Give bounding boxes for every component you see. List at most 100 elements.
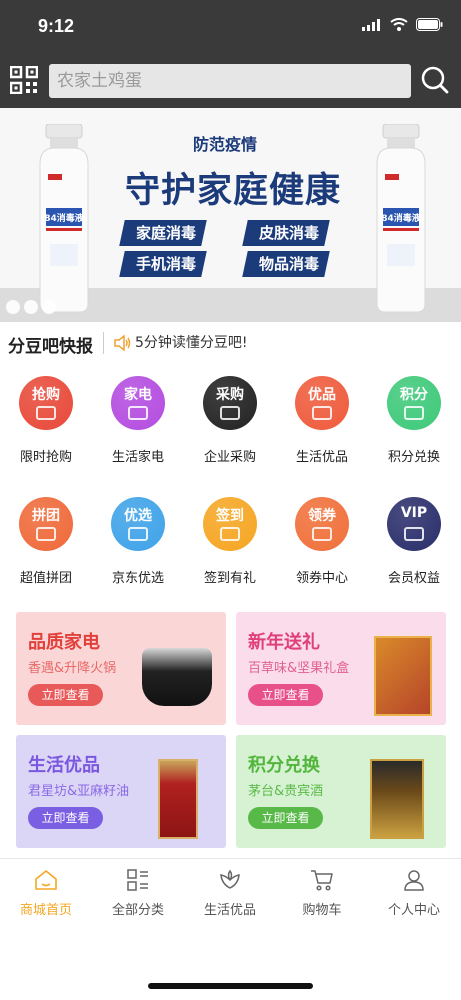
speaker-icon <box>114 334 131 352</box>
news-ticker[interactable]: 分豆吧快报 5分钟读懂分豆吧! <box>0 322 461 364</box>
grid-item[interactable]: 领券 领券中心 <box>276 497 368 602</box>
grid-label: 限时抢购 <box>19 450 72 465</box>
promo-subtitle: 香遇&升降火锅 <box>28 661 117 676</box>
promo-subtitle: 百草味&坚果礼盒 <box>248 661 350 676</box>
promo-product-image <box>374 636 432 716</box>
tab-label: 个人中心 <box>387 903 440 918</box>
grid-icon-glyph <box>36 527 56 541</box>
grid-label: 生活家电 <box>111 450 164 465</box>
tab-category[interactable]: 全部分类 <box>92 859 184 921</box>
wifi-icon <box>390 18 408 31</box>
search-icon[interactable] <box>421 66 449 94</box>
grid-icon-glyph <box>220 527 240 541</box>
tab-home[interactable]: 商城首页 <box>0 859 92 921</box>
grid-item[interactable]: 采购 企业采购 <box>184 376 276 481</box>
view-now-button[interactable]: 立即查看 <box>248 807 323 829</box>
promo-subtitle: 君星坊&亚麻籽油 <box>28 784 130 799</box>
grid-label: 会员权益 <box>387 571 440 586</box>
tab-label: 生活优品 <box>203 903 256 918</box>
banner-tag-text: 手机消毒 <box>136 255 197 273</box>
tab-profile[interactable]: 个人中心 <box>368 859 460 921</box>
news-text: 5分钟读懂分豆吧! <box>135 335 248 351</box>
grid-icon-glyph <box>128 527 148 541</box>
grid-icon-text: 家电 <box>124 387 152 403</box>
promo-card-gift[interactable]: 新年送礼百草味&坚果礼盒立即查看 <box>236 612 446 725</box>
shop-icon: 积分 <box>387 376 441 430</box>
diamond-icon: 优选 <box>111 497 165 551</box>
grid-item[interactable]: 签到 签到有礼 <box>184 497 276 602</box>
svg-text:84消毒液: 84消毒液 <box>381 212 422 224</box>
grid-icon-text: 签到 <box>216 508 244 524</box>
grid-item[interactable]: 优品 生活优品 <box>276 376 368 481</box>
promo-subtitle: 茅台&贵宾酒 <box>248 784 324 799</box>
promo-banner[interactable]: 84消毒液 84消毒液 防范疫情 守护家庭健康 家庭消毒 皮肤消毒 手机消毒 物… <box>0 108 461 322</box>
disinfectant-bottle-left: 84消毒液 <box>39 124 89 313</box>
grid-icon-text: 优选 <box>124 508 152 524</box>
crown-icon: VIP <box>387 497 441 551</box>
status-time: 9:12 <box>38 16 75 36</box>
cellular-signal-icon <box>362 18 380 31</box>
search-input[interactable]: 农家土鸡蛋 <box>49 64 411 98</box>
qr-scan-icon[interactable] <box>10 66 38 94</box>
cart-icon <box>311 870 333 891</box>
news-logo: 分豆吧快报 <box>8 337 93 357</box>
alarm-clock-icon: 抢购 <box>19 376 73 430</box>
bottom-tab-bar: 商城首页 全部分类 生活优品 购物车 个人中心 <box>0 858 461 920</box>
grid-item[interactable]: 积分 积分兑换 <box>368 376 460 481</box>
washing-machine-icon: 家电 <box>111 376 165 430</box>
promo-title: 生活优品 <box>28 755 100 776</box>
grid-label: 生活优品 <box>295 450 348 465</box>
banner-tag-text: 皮肤消毒 <box>259 224 320 242</box>
banner-tag: 物品消毒 <box>242 251 330 277</box>
grid-item[interactable]: 家电 生活家电 <box>92 376 184 481</box>
carousel-dots <box>6 300 56 314</box>
grid-icon-glyph <box>128 406 148 420</box>
grid-label: 签到有礼 <box>203 571 256 586</box>
grid-icon-glyph <box>36 406 56 420</box>
tab-cart[interactable]: 购物车 <box>276 859 368 921</box>
promo-card-life[interactable]: 生活优品君星坊&亚麻籽油立即查看 <box>16 735 226 848</box>
divider <box>103 332 104 354</box>
grid-label: 领券中心 <box>295 571 348 586</box>
calendar-icon: 签到 <box>203 497 257 551</box>
carousel-dot[interactable] <box>6 300 20 314</box>
disinfectant-bottle-right: 84消毒液 <box>376 124 426 313</box>
view-now-button[interactable]: 立即查看 <box>248 684 323 706</box>
promo-card-appliance[interactable]: 品质家电 香遇&升降火锅 立即查看 <box>16 612 226 725</box>
lotus-icon <box>220 869 240 889</box>
grid-icon-text: 领券 <box>308 508 336 524</box>
grid-icon-glyph <box>220 406 240 420</box>
home-indicator[interactable] <box>148 983 313 989</box>
search-header: 农家土鸡蛋 <box>0 52 461 108</box>
user-icon <box>404 870 424 891</box>
promo-title: 积分兑换 <box>248 755 320 776</box>
promo-product-image <box>158 759 198 839</box>
grid-icon-glyph <box>404 406 424 420</box>
grid-label: 积分兑换 <box>387 450 440 465</box>
tab-label: 商城首页 <box>19 903 72 918</box>
tab-life[interactable]: 生活优品 <box>184 859 276 921</box>
grid-item[interactable]: VIP 会员权益 <box>368 497 460 602</box>
promo-product-image <box>370 759 424 839</box>
grid-icon-text: 积分 <box>400 387 428 403</box>
promo-title: 新年送礼 <box>248 632 320 653</box>
category-icon <box>127 869 148 891</box>
view-now-button[interactable]: 立即查看 <box>28 807 103 829</box>
promo-product-image <box>142 648 212 706</box>
hand-icon: 优品 <box>295 376 349 430</box>
purchase-icon: 采购 <box>203 376 257 430</box>
grid-icon-text: 采购 <box>216 387 244 403</box>
grid-icon-text: 优品 <box>308 387 336 403</box>
promo-card-points[interactable]: 积分兑换茅台&贵宾酒立即查看 <box>236 735 446 848</box>
carousel-dot[interactable] <box>24 300 38 314</box>
coupon-icon: 领券 <box>295 497 349 551</box>
carousel-dot[interactable] <box>42 300 56 314</box>
grid-item[interactable]: 抢购 限时抢购 <box>0 376 92 481</box>
view-now-button[interactable]: 立即查看 <box>28 684 103 706</box>
status-bar: 9:12 <box>0 0 461 52</box>
banner-tag: 皮肤消毒 <box>242 220 330 246</box>
banner-tag-text: 家庭消毒 <box>136 224 197 242</box>
grid-item[interactable]: 优选 京东优选 <box>92 497 184 602</box>
grid-item[interactable]: 拼团 超值拼团 <box>0 497 92 602</box>
grid-icon-text: VIP <box>400 505 428 521</box>
